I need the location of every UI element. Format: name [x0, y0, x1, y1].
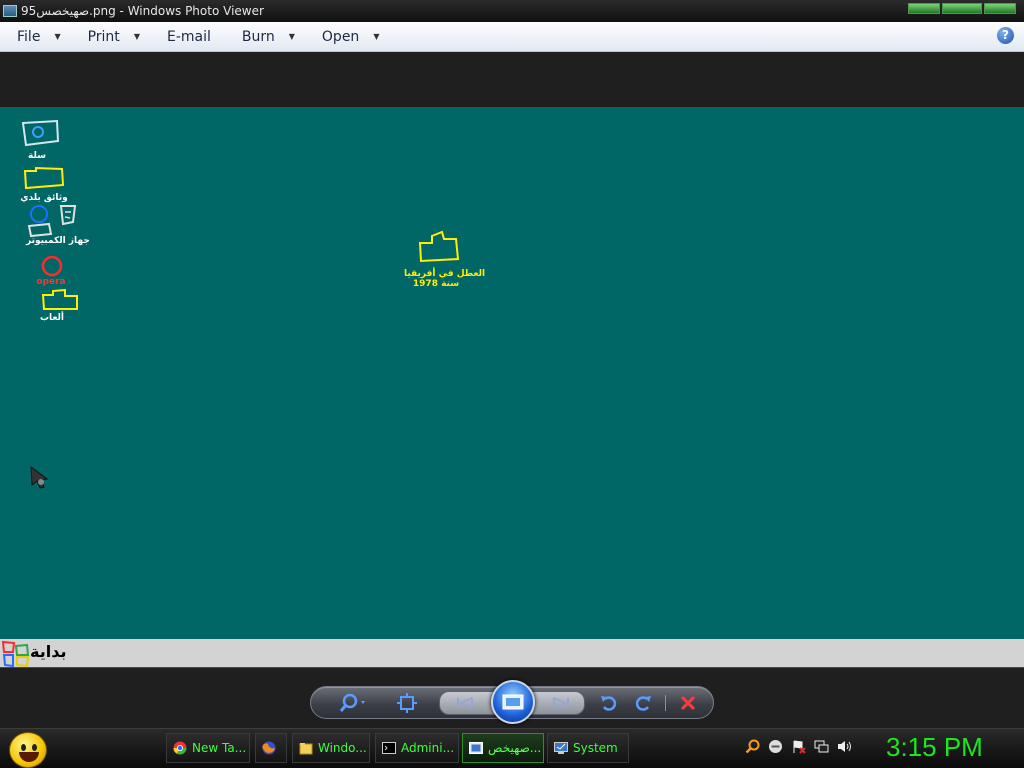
image-start-label: بداية: [30, 642, 67, 661]
desktop-icon-computer: جهاز الكمبيوتر: [26, 204, 90, 246]
desktop-icon-label: opera: [36, 277, 66, 287]
computer-icon: [27, 205, 77, 238]
magnifier-icon: [339, 693, 365, 712]
taskbar-item-label: صهيخص...: [488, 741, 542, 755]
opera-icon: [41, 255, 63, 277]
taskbar-item-firefox[interactable]: [255, 733, 287, 763]
taskbar-item-system[interactable]: System: [547, 733, 629, 763]
system-tray: [745, 739, 852, 754]
rotate-counterclockwise-icon: [601, 696, 617, 711]
desktop-icon-label: سلة: [28, 151, 46, 161]
previous-button[interactable]: [453, 691, 477, 715]
folder-icon: [418, 230, 460, 263]
taskbar: New Ta... Windo... Admini... صهيخص... Sy…: [0, 728, 1024, 768]
window-title: صهيخصس95.png - Windows Photo Viewer: [21, 4, 264, 18]
desktop-icon-label: وثائق بلدي: [20, 193, 68, 203]
taskbar-item-chrome[interactable]: New Ta...: [166, 733, 250, 763]
rotate-left-button[interactable]: [597, 691, 621, 715]
chevron-down-icon: ▼: [54, 32, 61, 41]
help-button[interactable]: ?: [997, 27, 1014, 44]
desktop-icon-label: ألعاب: [40, 313, 64, 323]
menu-print-label: Print: [87, 28, 120, 45]
zoom-button[interactable]: [337, 691, 371, 715]
system-icon: [554, 742, 568, 754]
photo-viewer-icon: [469, 742, 483, 754]
next-icon: [553, 696, 569, 710]
chevron-down-icon: ▼: [288, 32, 295, 41]
cursor-icon: [30, 465, 49, 489]
volume-icon[interactable]: [837, 739, 852, 754]
start-button[interactable]: [9, 732, 47, 768]
slideshow-button[interactable]: [491, 680, 535, 724]
delete-icon: [680, 695, 696, 711]
next-button[interactable]: [549, 691, 573, 715]
minimize-button[interactable]: [908, 3, 940, 14]
desktop-icon-opera[interactable]: opera: [36, 255, 68, 287]
viewer-area: سلة وثائق بلدي جهاز الكمبيوتر opera ألعا…: [0, 52, 1024, 686]
taskbar-item-label: Windo...: [318, 741, 367, 755]
menu-open-label: Open: [321, 28, 360, 45]
taskbar-item-windows[interactable]: Windo...: [292, 733, 370, 763]
network-icon[interactable]: [814, 739, 829, 754]
clock[interactable]: 3:15 PM: [886, 732, 983, 763]
menu-file-label: File: [17, 28, 41, 45]
firefox-icon: [262, 741, 276, 755]
title-bar: صهيخصس95.png - Windows Photo Viewer: [0, 0, 1024, 22]
fit-window-icon: [397, 693, 417, 713]
menu-email-label: E-mail: [166, 28, 211, 45]
desktop-icon-documents: وثائق بلدي: [20, 165, 68, 203]
chrome-icon: [173, 741, 187, 755]
delete-button[interactable]: [675, 691, 701, 715]
desktop-icon-label: العطل في أفريقيا: [404, 269, 486, 279]
desktop-icon-label: جهاز الكمبيوتر: [26, 236, 90, 246]
maximize-button[interactable]: [942, 3, 982, 14]
smiley-eye: [21, 744, 26, 751]
command-prompt-icon: [382, 742, 396, 754]
folder-icon: [41, 288, 78, 310]
previous-icon: [457, 696, 473, 710]
menu-burn[interactable]: Burn ▼: [225, 22, 305, 51]
menu-open[interactable]: Open ▼: [305, 22, 390, 51]
action-center-flag-icon[interactable]: [791, 739, 806, 754]
recycle-bin-icon: [21, 119, 60, 147]
menu-email[interactable]: E-mail: [150, 22, 225, 51]
rotate-right-button[interactable]: [631, 691, 655, 715]
menu-file[interactable]: File ▼: [0, 22, 71, 51]
taskbar-item-photo-viewer[interactable]: صهيخص...: [462, 733, 544, 763]
chevron-down-icon: ▼: [133, 32, 140, 41]
menu-print[interactable]: Print ▼: [71, 22, 150, 51]
displayed-image: سلة وثائق بلدي جهاز الكمبيوتر opera ألعا…: [0, 107, 1024, 668]
taskbar-item-label: Admini...: [401, 741, 455, 755]
messenger-icon[interactable]: [768, 739, 783, 754]
rotate-clockwise-icon: [635, 696, 651, 711]
desktop-icon-label-line2: سنة 1978: [412, 279, 460, 289]
divider: [665, 695, 666, 711]
smiley-mouth: [19, 752, 39, 762]
folder-icon: [23, 166, 65, 190]
menu-burn-label: Burn: [241, 28, 275, 45]
desktop-icon-africa-folder: العطل في أفريقيا سنة 1978: [404, 227, 486, 289]
window-controls: [908, 3, 1016, 14]
windows-logo-icon: [1, 640, 30, 668]
folder-icon: [299, 743, 313, 755]
menu-bar: File ▼ Print ▼ E-mail Burn ▼ Open ▼ ?: [0, 22, 1024, 52]
image-taskbar: بداية: [0, 639, 1024, 668]
viewer-controls: [310, 680, 714, 724]
taskbar-item-label: New Ta...: [192, 741, 247, 755]
photo-viewer-icon: [3, 5, 17, 17]
taskbar-item-admin[interactable]: Admini...: [375, 733, 459, 763]
desktop-icon-recycle: سلة: [20, 119, 60, 161]
search-icon[interactable]: [745, 739, 760, 754]
actual-size-button[interactable]: [395, 691, 419, 715]
taskbar-item-label: System: [573, 741, 618, 755]
smiley-eye: [32, 744, 37, 751]
slideshow-icon: [502, 694, 524, 710]
close-button[interactable]: [984, 3, 1016, 14]
chevron-down-icon: ▼: [373, 32, 380, 41]
desktop-icon-games: ألعاب: [40, 287, 80, 323]
